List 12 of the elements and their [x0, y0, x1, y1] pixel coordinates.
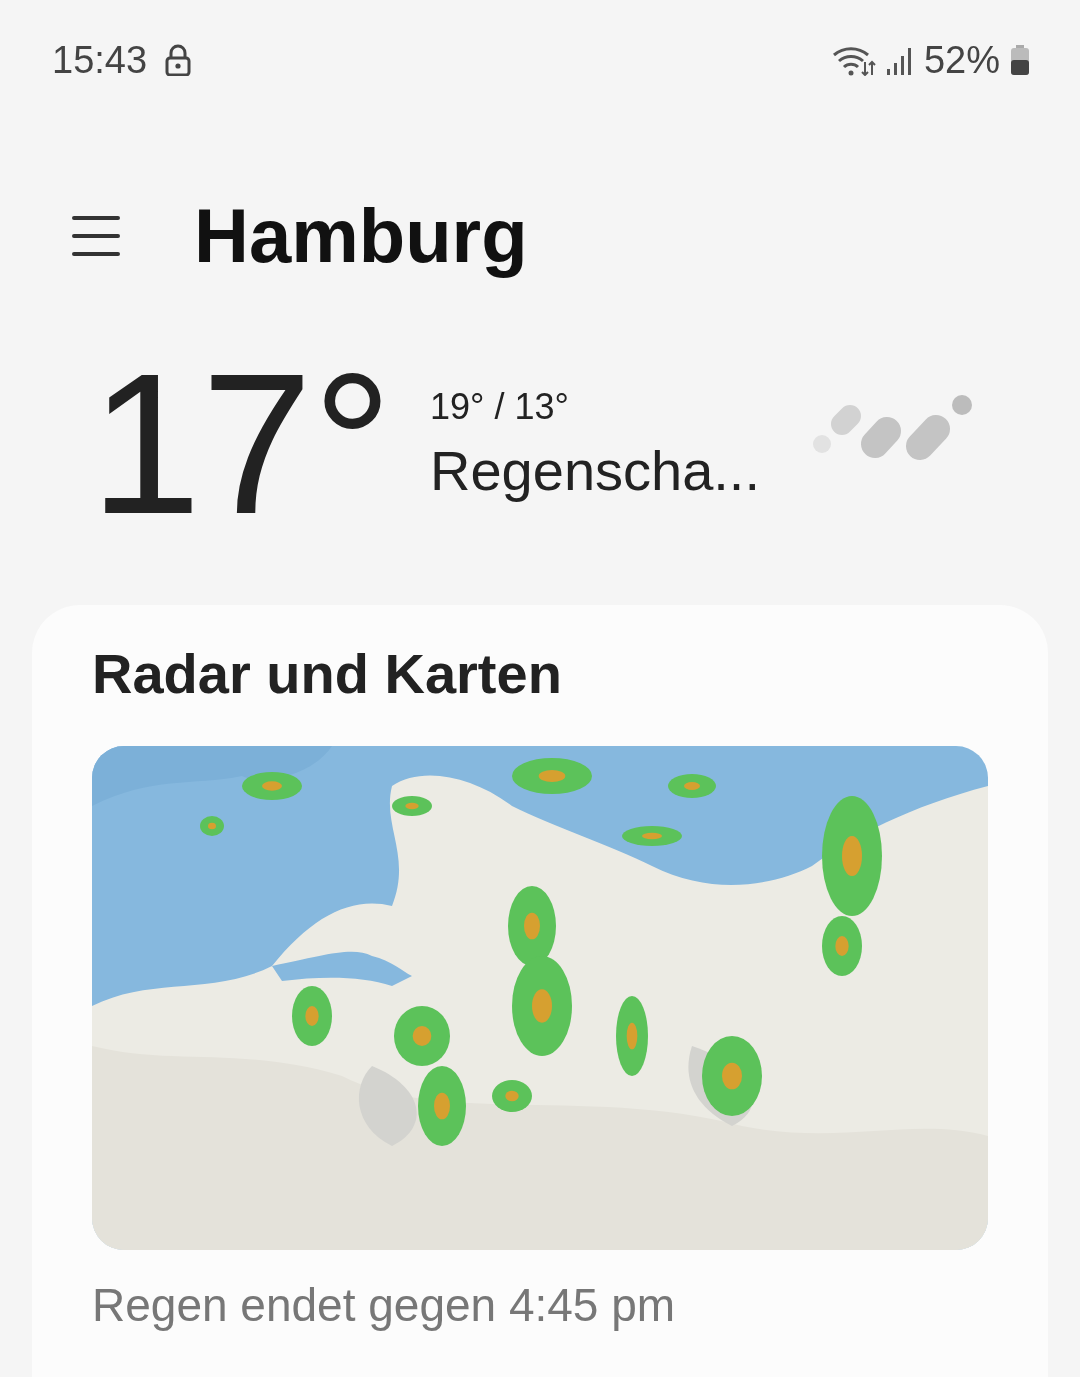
weather-condition: Regenscha... [430, 437, 760, 503]
battery-icon [1010, 44, 1030, 76]
lock-icon [165, 44, 192, 76]
card-title: Radar und Karten [92, 641, 563, 706]
current-temperature: 17° [90, 344, 394, 544]
high-low-temperature: 19° / 13° [430, 385, 570, 428]
status-time: 15:43 [52, 38, 148, 82]
menu-icon[interactable] [72, 213, 120, 258]
wifi-icon [831, 44, 876, 76]
city-title: Hamburg [194, 192, 528, 279]
battery-percent: 52% [923, 38, 1000, 82]
rain-forecast-text: Regen endet gegen 4:45 pm [92, 1278, 677, 1332]
